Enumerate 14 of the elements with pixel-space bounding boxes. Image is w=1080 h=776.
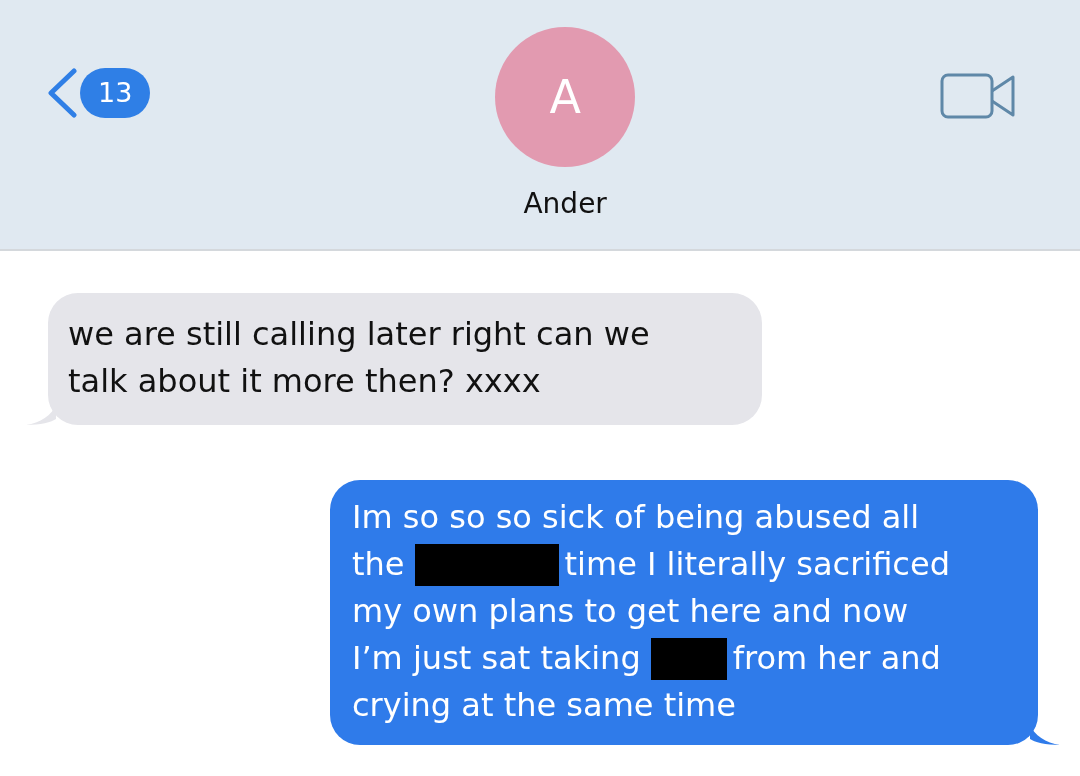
unread-count-badge[interactable]: 13: [80, 68, 151, 118]
back-icon[interactable]: [46, 68, 78, 118]
video-camera-icon[interactable]: [940, 73, 1016, 119]
message-text: the: [352, 544, 405, 585]
message-text: talk about it more then? xxxx: [68, 361, 541, 402]
contact-name: Ander: [523, 187, 607, 220]
message-text: we are still calling later right can we: [68, 314, 650, 355]
message-text: I’m just sat taking: [352, 638, 641, 679]
message-text: time I literally sacrificed: [564, 544, 950, 585]
message-text: from her and: [732, 638, 941, 679]
message-text: crying at the same time: [352, 685, 736, 726]
message-text: Im so so so sick of being abused all: [352, 497, 919, 538]
contact-avatar[interactable]: A: [495, 27, 636, 167]
message-text: my own plans to get here and now: [352, 591, 909, 632]
